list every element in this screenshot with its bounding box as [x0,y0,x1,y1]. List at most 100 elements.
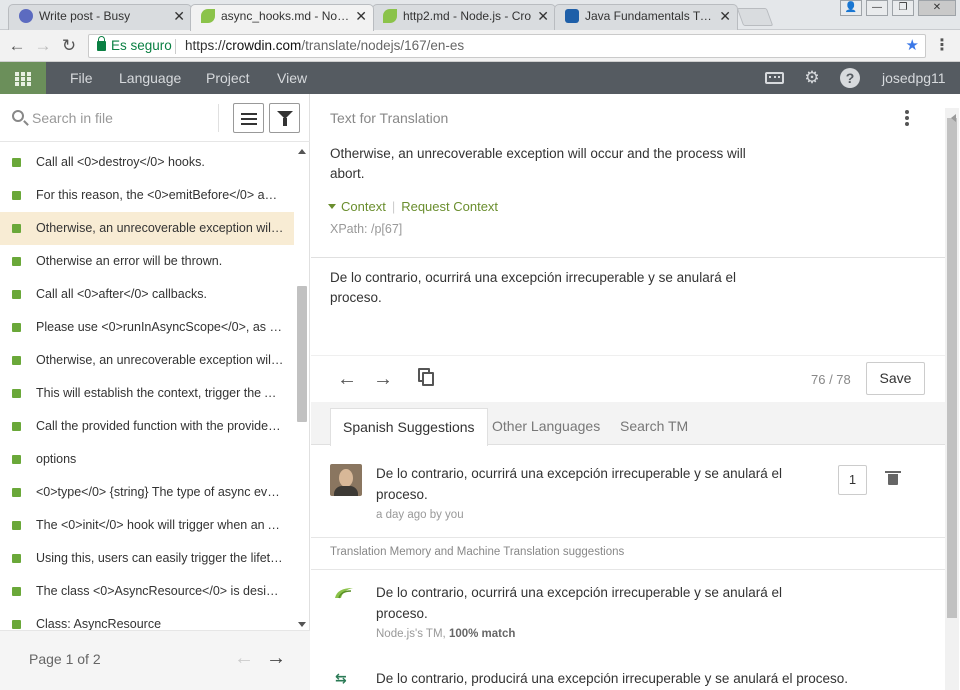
suggestion-text[interactable]: De lo contrario, ocurrirá una excepción … [376,463,786,505]
restore-button[interactable]: ❐ [892,0,914,16]
url-host: crowdin.com [225,38,302,53]
url-path: /translate/nodejs/167/en-es [301,38,465,53]
string-list-item[interactable]: The <0>init</0> hook will trigger when a… [0,509,294,542]
browser-menu-icon[interactable]: ⋮ [934,35,950,55]
next-page-arrow-icon[interactable]: → [266,647,286,670]
close-window-button[interactable]: ✕ [918,0,956,16]
string-text: For this reason, the <0>emitBefore</0> a… [36,188,294,202]
string-text: The class <0>AsyncResource</0> is design… [36,584,294,598]
tab-spanish-suggestions[interactable]: Spanish Suggestions [330,408,488,446]
string-list-item[interactable]: Call the provided function with the prov… [0,410,294,443]
menu-project[interactable]: Project [206,62,250,94]
string-list-item[interactable]: Call all <0>after</0> callbacks. [0,278,294,311]
translated-status-icon [12,587,21,596]
editor-scrollbar[interactable] [945,108,959,690]
divider [311,257,945,258]
close-tab-icon[interactable]: ✕ [719,5,731,27]
mt-suggestion-text[interactable]: De lo contrario, producirá una excepción… [376,668,876,689]
user-menu[interactable]: josedpg11 [882,62,946,94]
list-view-icon[interactable] [233,103,264,133]
browser-tab-label: async_hooks.md - Node.js [221,9,351,23]
string-list-item[interactable]: Using this, users can easily trigger the… [0,542,294,575]
string-list-item[interactable]: For this reason, the <0>emitBefore</0> a… [0,179,294,212]
user-profile-icon[interactable]: 👤 [840,0,862,16]
browser-tab-write-post[interactable]: Write post - Busy ✕ [8,4,192,30]
translated-status-icon [12,224,21,233]
string-list-item-selected[interactable]: Otherwise, an unrecoverable exception wi… [0,212,294,245]
address-bar: ← → ↻ Es seguro https://crowdin.com/tran… [0,30,960,62]
string-list-item[interactable]: Otherwise an error will be thrown. [0,245,294,278]
close-tab-icon[interactable]: ✕ [173,5,185,27]
close-tab-icon[interactable]: ✕ [537,5,549,27]
scroll-up-arrow-icon[interactable] [298,149,306,154]
scrollbar-thumb[interactable] [947,118,957,618]
back-arrow-icon[interactable]: ← [7,36,27,56]
translated-status-icon [12,422,21,431]
string-list-item[interactable]: <0>type</0> {string} The type of async e… [0,476,294,509]
minimize-button[interactable]: — [866,0,888,16]
browser-tab-label: http2.md - Node.js - Cro [403,9,532,23]
browser-tab-java-fundamentals[interactable]: Java Fundamentals Tutor ✕ [554,4,738,30]
tm-section-label: Translation Memory and Machine Translati… [330,546,625,558]
search-input[interactable] [32,106,212,130]
previous-string-arrow-icon[interactable]: ← [337,368,357,391]
tm-suggestion-text[interactable]: De lo contrario, ocurrirá una excepción … [376,582,786,624]
search-icon [12,110,24,122]
vote-count[interactable]: 1 [838,465,867,495]
string-text: Otherwise, an unrecoverable exception wi… [36,353,294,367]
secure-indicator[interactable]: Es seguro [97,35,172,57]
suggestion-meta: a day ago by you [376,509,464,521]
string-list-item[interactable]: Call all <0>destroy</0> hooks. [0,146,294,179]
new-tab-button[interactable] [736,8,774,26]
apps-grid-icon[interactable] [0,62,46,94]
java-tutor-favicon-icon [565,9,579,23]
string-list-item[interactable]: Class: AsyncResource [0,608,294,630]
string-text: Using this, users can easily trigger the… [36,551,294,565]
previous-page-arrow-icon[interactable]: ← [234,647,254,670]
string-list-item[interactable]: Please use <0>runInAsyncScope</0>, as it… [0,311,294,344]
tm-match: 100% match [448,628,516,640]
translated-status-icon [12,455,21,464]
scroll-down-arrow-icon[interactable] [298,622,306,627]
string-list-item[interactable]: This will establish the context, trigger… [0,377,294,410]
collapse-right-panel-icon[interactable] [951,114,956,122]
more-options-icon[interactable] [905,110,911,128]
filter-icon[interactable] [269,103,300,133]
url-field[interactable]: Es seguro https://crowdin.com/translate/… [88,34,926,58]
help-icon[interactable]: ? [840,68,860,88]
strings-scrollbar[interactable] [296,146,308,630]
string-text: Class: AsyncResource [36,617,162,630]
string-list-item[interactable]: Otherwise, an unrecoverable exception wi… [0,344,294,377]
reload-icon[interactable]: ↻ [59,36,79,56]
save-button[interactable]: Save [866,362,925,395]
request-context-link[interactable]: Request Context [401,199,498,214]
string-list-item[interactable]: The class <0>AsyncResource</0> is design… [0,575,294,608]
browser-tab-async-hooks[interactable]: async_hooks.md - Node.js ✕ [190,4,374,31]
gear-icon[interactable]: ⚙ [802,68,822,88]
menu-view[interactable]: View [277,62,307,94]
context-toggle[interactable]: Context [341,199,386,214]
translated-status-icon [12,191,21,200]
trash-icon[interactable] [885,471,901,485]
string-list-item[interactable]: options [0,443,294,476]
translated-status-icon [12,257,21,266]
translated-status-icon [12,158,21,167]
browser-tab-http2[interactable]: http2.md - Node.js - Cro ✕ [372,4,556,30]
context-row: Context | Request Context [328,199,498,214]
translated-status-icon [12,356,21,365]
bookmark-star-icon[interactable]: ★ [906,35,919,57]
tab-search-tm[interactable]: Search TM [608,408,700,445]
copy-source-icon[interactable] [418,368,434,386]
tab-other-languages[interactable]: Other Languages [480,408,612,445]
forward-arrow-icon[interactable]: → [33,36,53,56]
next-string-arrow-icon[interactable]: → [373,368,393,391]
keyboard-icon[interactable] [765,72,784,84]
menu-file[interactable]: File [70,62,93,94]
crowdin-favicon-icon [201,9,215,23]
menu-language[interactable]: Language [119,62,181,94]
app-menu-bar: File Language Project View ⚙ ? josedpg11 [0,62,960,94]
close-tab-icon[interactable]: ✕ [355,5,367,27]
editor-panel: Text for Translation Otherwise, an unrec… [311,94,960,690]
scrollbar-thumb[interactable] [297,286,307,422]
translation-textarea[interactable]: De lo contrario, ocurrirá una excepción … [330,268,760,308]
